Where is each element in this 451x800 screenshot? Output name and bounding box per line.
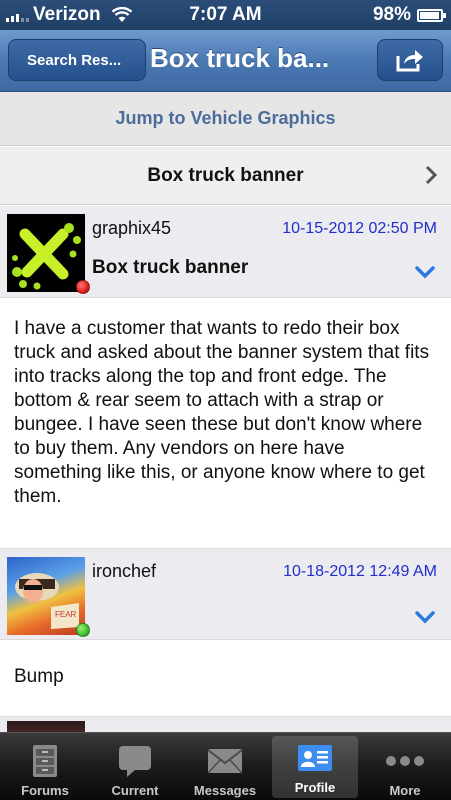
battery-percent: 98% xyxy=(372,4,411,25)
post-text: I have a customer that wants to redo the… xyxy=(14,318,430,507)
post-body: I have a customer that wants to redo the… xyxy=(0,298,451,548)
page-title: Box truck ba... xyxy=(150,43,330,73)
thread-title-row[interactable]: Box truck banner xyxy=(0,147,451,205)
avatar-illustration-icon: FEAR xyxy=(15,573,79,629)
thread-title: Box truck banner xyxy=(147,164,304,186)
avatar[interactable]: FEAR xyxy=(7,557,85,635)
messages-icon xyxy=(207,749,243,774)
back-button[interactable]: Search Res... xyxy=(8,39,146,81)
navigation-bar: Search Res... Box truck ba... xyxy=(0,30,451,92)
svg-text:FEAR: FEAR xyxy=(55,610,77,619)
tab-label: More xyxy=(389,783,421,798)
tab-label: Forums xyxy=(21,783,69,798)
back-button-label: Search Res... xyxy=(27,51,122,69)
chevron-right-icon xyxy=(425,165,437,185)
post-body: Bump xyxy=(0,640,451,716)
tab-label: Messages xyxy=(193,783,257,798)
post-title: Box truck banner xyxy=(92,257,249,278)
tab-profile[interactable]: Profile xyxy=(272,736,358,798)
tab-messages[interactable]: Messages xyxy=(182,733,268,800)
post-text: Bump xyxy=(14,666,64,687)
post-header: FEAR ironchef 10-18-2012 12:49 AM xyxy=(0,548,451,640)
tab-label: Current xyxy=(111,783,159,798)
post-author[interactable]: graphix45 xyxy=(92,218,171,239)
battery-icon xyxy=(417,8,446,22)
post-date: 10-15-2012 02:50 PM xyxy=(282,220,437,237)
forums-icon xyxy=(33,745,57,777)
more-icon xyxy=(386,756,424,766)
avatar-logo-icon xyxy=(7,214,85,292)
current-icon xyxy=(119,746,151,777)
chevron-down-icon[interactable] xyxy=(415,266,435,280)
profile-icon xyxy=(298,745,332,771)
post-author[interactable]: ironchef xyxy=(92,561,156,582)
share-button[interactable] xyxy=(377,39,443,81)
tab-forums[interactable]: Forums xyxy=(2,733,88,800)
post-header xyxy=(0,716,451,732)
jump-link-label: Jump to Vehicle Graphics xyxy=(115,108,336,128)
avatar[interactable] xyxy=(7,214,85,292)
post-date: 10-18-2012 12:49 AM xyxy=(283,563,437,580)
status-bar: Verizon 7:07 AM 98% xyxy=(0,0,451,30)
online-status-dot xyxy=(76,623,90,637)
post-header: graphix45 10-15-2012 02:50 PM Box truck … xyxy=(0,206,451,298)
chevron-down-icon[interactable] xyxy=(415,611,435,625)
jump-to-forum-link[interactable]: Jump to Vehicle Graphics xyxy=(0,92,451,146)
avatar[interactable] xyxy=(7,721,85,732)
tab-current[interactable]: Current xyxy=(92,733,178,800)
tab-more[interactable]: More xyxy=(362,733,448,800)
share-icon xyxy=(396,50,423,72)
tab-bar: Forums Current Messages Profile More xyxy=(0,732,451,800)
tab-label: Profile xyxy=(294,780,336,795)
offline-status-dot xyxy=(76,280,90,294)
